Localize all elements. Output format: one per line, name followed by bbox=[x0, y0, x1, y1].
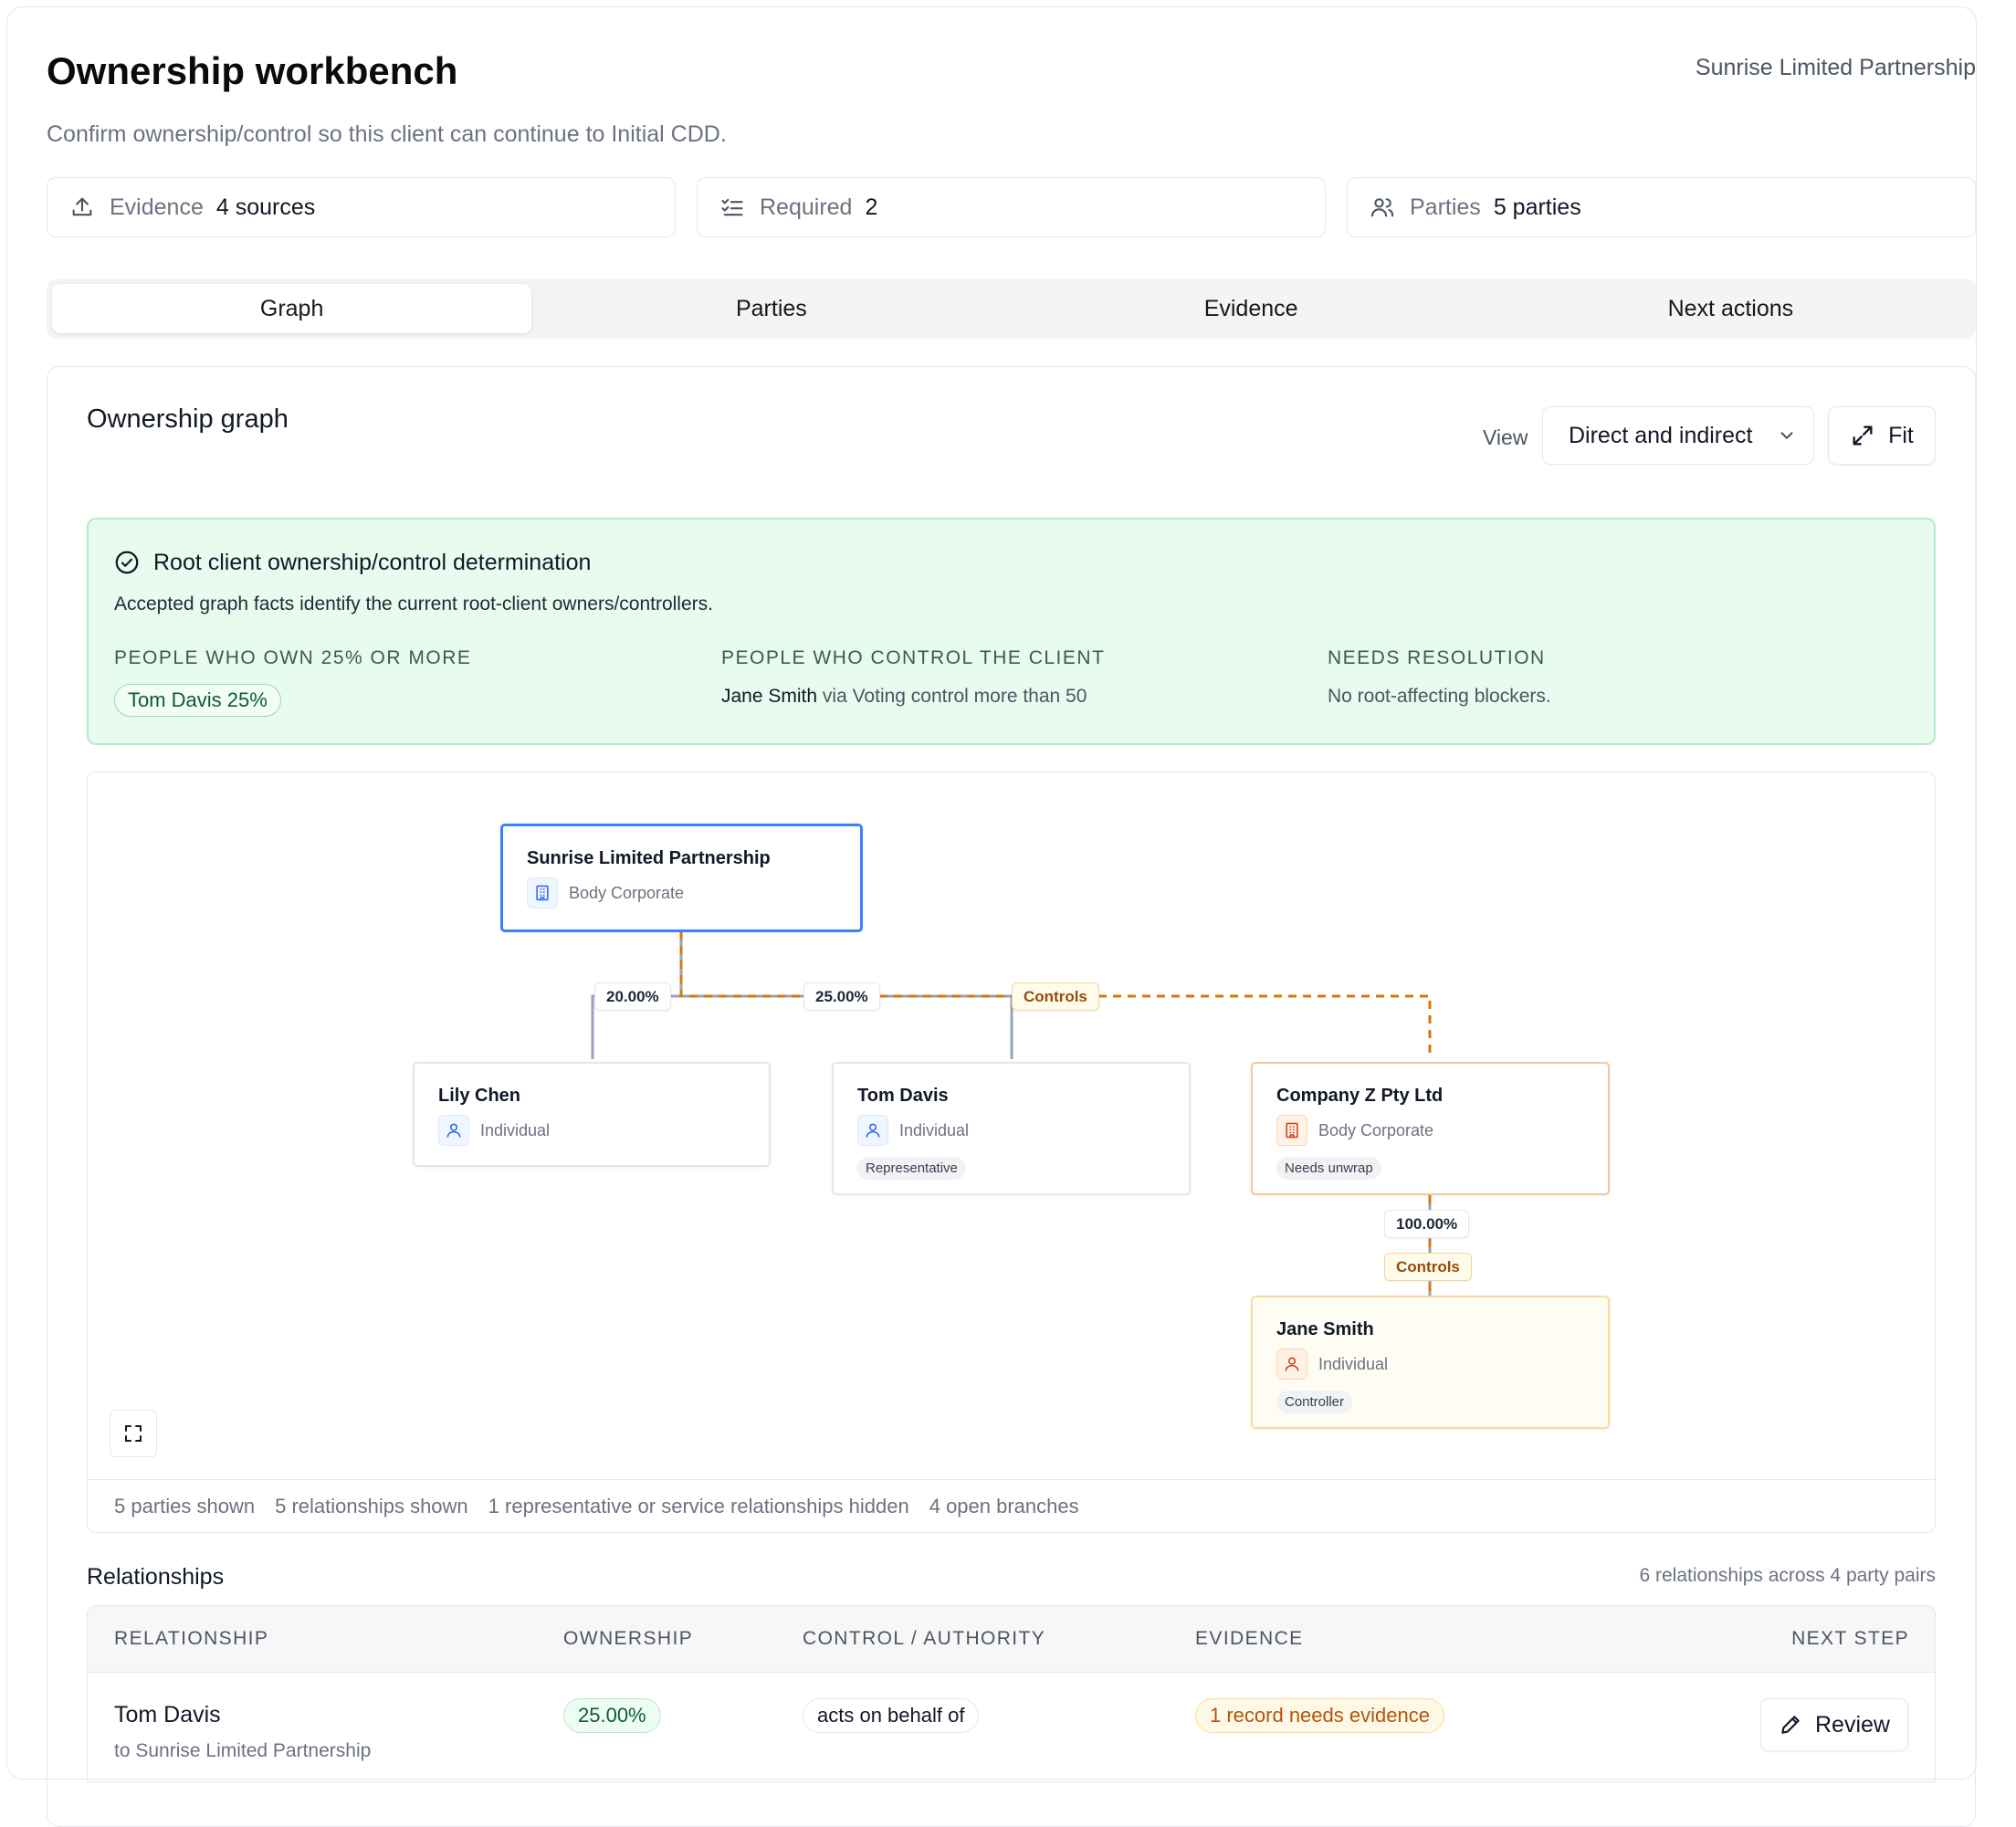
person-icon bbox=[1276, 1349, 1307, 1380]
edge-label-tom-ownership: 25.00% bbox=[803, 982, 880, 1011]
node-type-text: Body Corporate bbox=[569, 883, 685, 902]
node-tom-davis[interactable]: Tom Davis Individual Representative bbox=[832, 1062, 1191, 1195]
relationship-name: Tom Davis bbox=[114, 1702, 221, 1727]
person-icon bbox=[857, 1115, 888, 1146]
graph-stats: 5 parties shown 5 relationships shown 1 … bbox=[114, 1495, 1079, 1518]
node-type-text: Body Corporate bbox=[1318, 1120, 1434, 1139]
node-name: Lily Chen bbox=[438, 1086, 521, 1106]
node-name: Tom Davis bbox=[857, 1086, 949, 1106]
node-company-z[interactable]: Company Z Pty Ltd Body Corporate Needs u… bbox=[1251, 1062, 1610, 1195]
edge-label-company-ownership: 100.00% bbox=[1384, 1210, 1470, 1238]
fullscreen-button[interactable] bbox=[110, 1410, 157, 1457]
node-name: Jane Smith bbox=[1276, 1319, 1374, 1339]
node-type: Individual bbox=[1276, 1349, 1388, 1380]
node-type: Individual bbox=[438, 1115, 550, 1146]
node-name: Sunrise Limited Partnership bbox=[527, 848, 771, 868]
node-lily-chen[interactable]: Lily Chen Individual bbox=[413, 1062, 771, 1167]
building-icon bbox=[527, 877, 558, 908]
node-type-text: Individual bbox=[1318, 1354, 1389, 1373]
review-button[interactable]: Review bbox=[1760, 1698, 1908, 1751]
node-tag: Needs unwrap bbox=[1276, 1157, 1381, 1180]
evidence-badge: 1 record needs evidence bbox=[1195, 1698, 1444, 1733]
node-sunrise[interactable]: Sunrise Limited Partnership Body Corpora… bbox=[500, 824, 863, 932]
node-jane-smith[interactable]: Jane Smith Individual Controller bbox=[1251, 1296, 1610, 1429]
node-type-text: Individual bbox=[899, 1120, 970, 1139]
ownership-badge: 25.00% bbox=[563, 1698, 661, 1733]
pencil-icon bbox=[1781, 1716, 1800, 1734]
table-row[interactable] bbox=[87, 1673, 1936, 1782]
node-type-text: Individual bbox=[480, 1120, 551, 1139]
control-badge: acts on behalf of bbox=[803, 1698, 980, 1733]
relationships-title: Relationships bbox=[87, 1564, 225, 1590]
column-header: OWNERSHIP bbox=[563, 1628, 694, 1649]
node-name: Company Z Pty Ltd bbox=[1276, 1086, 1444, 1106]
person-icon bbox=[438, 1115, 469, 1146]
column-header: CONTROL / AUTHORITY bbox=[803, 1628, 1046, 1649]
edge-label-lily-ownership: 20.00% bbox=[594, 982, 671, 1011]
edge-label-controls: Controls bbox=[1012, 982, 1099, 1011]
fullscreen-icon bbox=[125, 1425, 142, 1442]
graph-stat: 1 representative or service relationship… bbox=[488, 1495, 909, 1517]
node-type: Body Corporate bbox=[527, 877, 684, 908]
node-type: Individual bbox=[857, 1115, 969, 1146]
graph-stat: 4 open branches bbox=[929, 1495, 1079, 1517]
node-tag: Controller bbox=[1276, 1391, 1353, 1413]
review-label: Review bbox=[1815, 1711, 1890, 1738]
node-type: Body Corporate bbox=[1276, 1115, 1433, 1146]
column-header: EVIDENCE bbox=[1195, 1628, 1304, 1649]
relationship-target: to Sunrise Limited Partnership bbox=[114, 1740, 372, 1761]
edge-label-company-controls: Controls bbox=[1384, 1253, 1472, 1281]
graph-stat: 5 relationships shown bbox=[275, 1495, 468, 1517]
node-tag: Representative bbox=[857, 1157, 966, 1180]
column-header: RELATIONSHIP bbox=[114, 1628, 269, 1649]
column-header: NEXT STEP bbox=[1791, 1628, 1909, 1649]
graph-stat: 5 parties shown bbox=[114, 1495, 256, 1517]
relationships-count: 6 relationships across 4 party pairs bbox=[1639, 1565, 1937, 1586]
building-icon bbox=[1276, 1115, 1307, 1146]
graph-footer-divider bbox=[87, 1479, 1936, 1480]
